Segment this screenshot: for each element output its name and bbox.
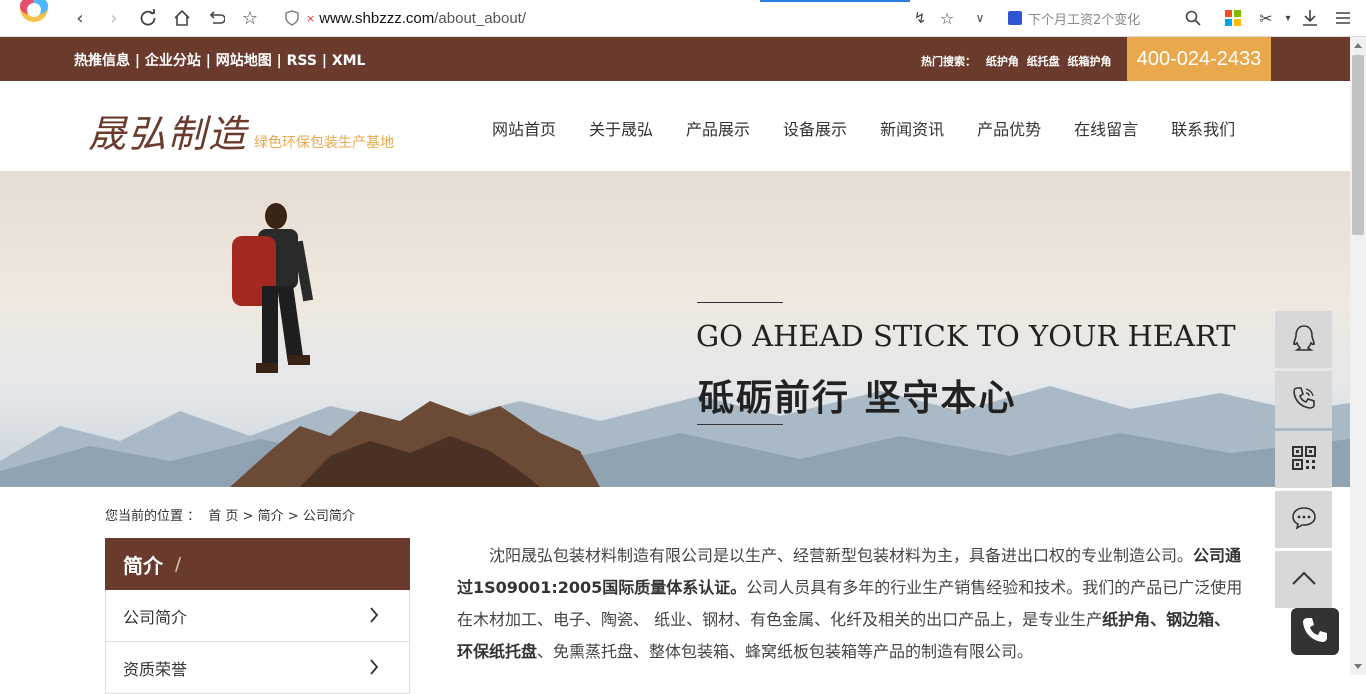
insecure-icon: × — [306, 11, 316, 25]
undo-icon[interactable] — [204, 6, 228, 30]
sidebar-header: 简介 / — [105, 538, 410, 590]
menu-icon[interactable] — [1331, 6, 1355, 30]
sidebar-item-label: 资质荣誉 — [123, 659, 188, 679]
hot-search: 热门搜索： 纸护角 纸托盘 纸箱护角 — [921, 53, 1112, 69]
banner-divider-bottom — [697, 424, 783, 425]
sidebar-item-company-profile[interactable]: 公司简介 — [105, 590, 410, 642]
security-shield-icon — [285, 6, 299, 30]
scroll-down-icon[interactable] — [1354, 664, 1362, 669]
address-bar[interactable]: × www.shbzzz.com/about_about/ — [306, 6, 526, 30]
breadcrumb-section[interactable]: 简介 — [258, 509, 284, 524]
phone-call-icon — [1291, 385, 1317, 415]
qr-code-button[interactable] — [1275, 431, 1332, 488]
content-text: 沈阳晟弘包装材料制造有限公司是以生产、经营新型包装材料为主，具备进出口权的专业制… — [489, 546, 1194, 565]
chat-button[interactable] — [1275, 491, 1332, 548]
scroll-thumb[interactable] — [1352, 55, 1364, 235]
lightning-icon[interactable]: ↯ — [908, 6, 932, 30]
logo-slogan: 绿色环保包装生产基地 — [254, 135, 395, 151]
hotline-button[interactable] — [1275, 371, 1332, 428]
chevron-right-icon — [369, 604, 379, 628]
sidebar-slash: / — [175, 553, 182, 575]
site-header: 晟弘制造 绿色环保包装生产基地 网站首页 关于晟弘 产品展示 设备展示 新闻资讯… — [0, 81, 1350, 171]
sidebar: 简介 / 公司简介 资质荣誉 — [105, 538, 410, 694]
breadcrumb-label: 您当前的位置 ： — [105, 509, 201, 524]
url-path: /about_about/ — [434, 9, 527, 27]
page-scrollbar[interactable] — [1350, 37, 1366, 675]
banner-divider-top — [697, 302, 783, 303]
forward-icon[interactable]: › — [102, 6, 126, 30]
link-sitemap[interactable]: 网站地图 — [216, 53, 272, 69]
link-hot-info[interactable]: 热推信息 — [74, 53, 130, 69]
qq-icon — [1291, 324, 1317, 356]
hot-term[interactable]: 纸箱护角 — [1068, 55, 1112, 68]
browser-logo-icon — [12, 0, 54, 30]
separator: | — [316, 53, 332, 69]
nav-news[interactable]: 新闻资讯 — [880, 116, 944, 140]
sidebar-title: 简介 — [123, 553, 163, 578]
scroll-up-icon[interactable] — [1354, 43, 1362, 48]
scissors-icon[interactable]: ✂ — [1254, 6, 1278, 30]
content-text: 、免熏蒸托盘、整体包装箱、蜂窝纸板包装箱等产品的制造有限公司。 — [537, 642, 1034, 661]
hot-term[interactable]: 纸托盘 — [1027, 55, 1060, 68]
nav-about[interactable]: 关于晟弘 — [589, 116, 653, 140]
tab-indicator — [760, 0, 910, 2]
back-to-top-icon — [1291, 570, 1317, 590]
nav-equipment[interactable]: 设备展示 — [783, 116, 847, 140]
breadcrumb-home[interactable]: 首 页 — [208, 509, 238, 524]
home-icon[interactable] — [170, 6, 194, 30]
favorite-star-icon[interactable]: ☆ — [238, 6, 262, 30]
banner-english-slogan: GO AHEAD STICK TO YOUR HEART — [696, 319, 1236, 353]
main-nav: 网站首页 关于晟弘 产品展示 设备展示 新闻资讯 产品优势 在线留言 联系我们 — [492, 116, 1235, 140]
nav-contact[interactable]: 联系我们 — [1171, 116, 1235, 140]
chevron-right-icon — [369, 656, 379, 680]
breadcrumb-separator: > — [242, 509, 254, 524]
phone-icon — [1300, 615, 1330, 649]
separator: | — [271, 53, 287, 69]
nav-products[interactable]: 产品展示 — [686, 116, 750, 140]
browser-toolbar: ‹ › ☆ × www.shbzzz.com/about_about/ ↯ ☆ … — [0, 0, 1366, 37]
url-host: www.shbzzz.com — [319, 9, 435, 27]
breadcrumb-separator: > — [287, 509, 299, 524]
link-branches[interactable]: 企业分站 — [145, 53, 201, 69]
back-icon[interactable]: ‹ — [68, 6, 92, 30]
browser-search[interactable]: 下个月工资2个变化 — [1008, 6, 1140, 30]
separator: | — [200, 53, 216, 69]
search-icon[interactable] — [1181, 6, 1205, 30]
hotline-phone[interactable]: 400-024-2433 — [1127, 37, 1271, 81]
download-icon[interactable] — [1298, 6, 1322, 30]
about-content: 沈阳晟弘包装材料制造有限公司是以生产、经营新型包装材料为主，具备进出口权的专业制… — [457, 540, 1243, 668]
qr-code-icon — [1291, 445, 1317, 475]
banner-chinese-slogan: 砥砺前行 坚守本心 — [698, 378, 1017, 419]
link-rss[interactable]: RSS — [287, 53, 317, 69]
site-logo[interactable]: 晟弘制造 绿色环保包装生产基地 — [88, 103, 394, 158]
hot-term[interactable]: 纸护角 — [986, 55, 1019, 68]
sidebar-item-qualifications[interactable]: 资质荣誉 — [105, 642, 410, 694]
bookmark-star-icon[interactable]: ☆ — [935, 6, 959, 30]
sidebar-item-label: 公司简介 — [123, 607, 188, 627]
nav-advantages[interactable]: 产品优势 — [977, 116, 1041, 140]
dropdown-icon[interactable]: ▾ — [1276, 6, 1300, 30]
qq-button[interactable] — [1275, 311, 1332, 368]
chat-icon — [1291, 506, 1317, 534]
logo-text: 晟弘制造 — [88, 112, 249, 156]
apps-grid-icon[interactable] — [1221, 6, 1245, 30]
hot-search-label: 热门搜索： — [921, 55, 976, 68]
breadcrumb: 您当前的位置 ： 首 页 > 简介 > 公司简介 — [105, 505, 355, 524]
back-to-top-button[interactable] — [1275, 551, 1332, 608]
nav-home[interactable]: 网站首页 — [492, 116, 556, 140]
search-suggestion: 下个月工资2个变化 — [1028, 12, 1141, 28]
paw-icon — [1008, 11, 1022, 25]
chevron-down-icon[interactable]: ∨ — [968, 6, 992, 30]
top-info-bar: 热推信息 | 企业分站 | 网站地图 | RSS | XML 热门搜索： 纸护角… — [0, 37, 1350, 81]
top-links: 热推信息 | 企业分站 | 网站地图 | RSS | XML — [74, 50, 365, 70]
hero-banner: GO AHEAD STICK TO YOUR HEART 砥砺前行 坚守本心 — [0, 171, 1350, 487]
link-xml[interactable]: XML — [332, 53, 366, 69]
breadcrumb-current[interactable]: 公司简介 — [303, 509, 355, 524]
call-button[interactable] — [1291, 608, 1339, 655]
nav-message[interactable]: 在线留言 — [1074, 116, 1138, 140]
reload-icon[interactable] — [136, 6, 160, 30]
separator: | — [130, 53, 145, 69]
